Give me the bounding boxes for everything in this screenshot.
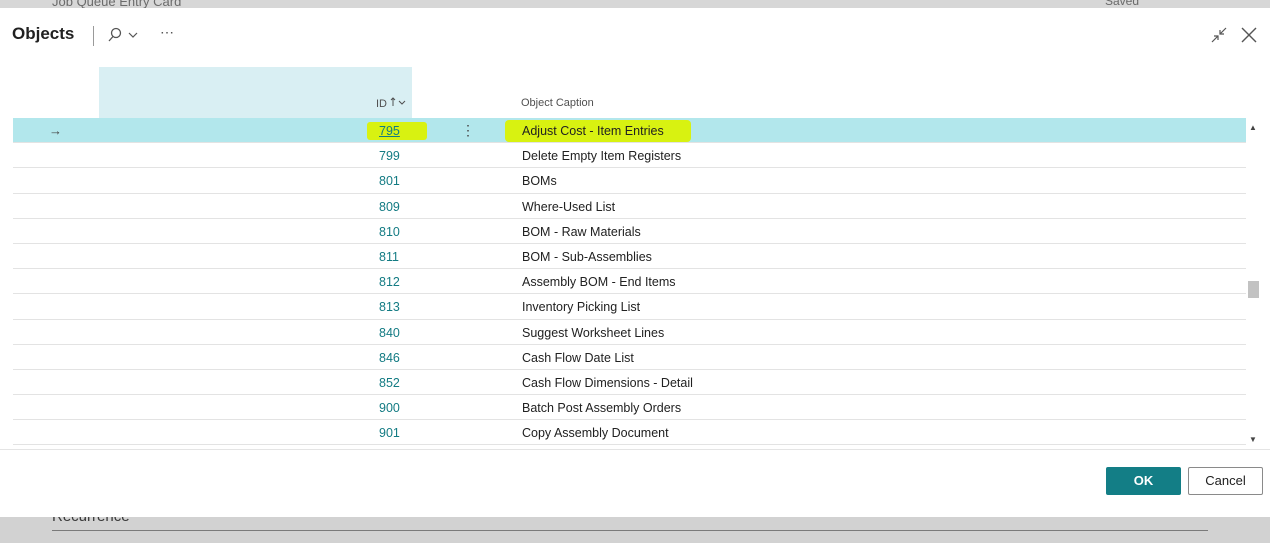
collapse-button[interactable] (1210, 26, 1228, 44)
object-caption: BOM - Raw Materials (522, 224, 641, 239)
object-caption: Copy Assembly Document (522, 426, 669, 441)
cancel-button[interactable]: Cancel (1188, 467, 1263, 495)
object-caption: Assembly BOM - End Items (522, 275, 676, 290)
close-icon (1241, 27, 1257, 43)
scrollbar-thumb[interactable] (1248, 281, 1259, 298)
table-row[interactable]: 813 Inventory Picking List (13, 294, 1246, 320)
object-caption: Suggest Worksheet Lines (522, 325, 665, 340)
saved-status: Saved (1105, 0, 1140, 8)
dialog-title: Objects (12, 24, 75, 43)
column-header-id-label: ID (376, 98, 387, 110)
table-row[interactable]: 852 Cash Flow Dimensions - Detail (13, 370, 1246, 396)
object-caption: Inventory Picking List (522, 300, 641, 315)
table-row[interactable]: 901 Copy Assembly Document (13, 420, 1246, 446)
background-page-title: Job Queue Entry Card (52, 0, 182, 8)
table-row[interactable]: 840 Suggest Worksheet Lines (13, 320, 1246, 345)
table-row[interactable]: → ⋮ 795 Adjust Cost - Item Entries (13, 118, 1246, 144)
table-row[interactable]: 799 Delete Empty Item Registers (13, 143, 1246, 169)
object-id-link[interactable]: 846 (379, 351, 400, 365)
object-caption: Adjust Cost - Item Entries (522, 124, 664, 138)
table-row[interactable]: 809 Where-Used List (13, 194, 1246, 219)
object-id-link[interactable]: 840 (379, 326, 400, 340)
column-header-caption[interactable]: Object Caption (521, 97, 594, 109)
objects-table: → ⋮ 795 Adjust Cost - Item Entries 799 Delete… (13, 118, 1246, 446)
vertical-scrollbar[interactable]: ▲ ▼ (1247, 121, 1259, 451)
table-row[interactable]: 810 BOM - Raw Materials (13, 219, 1246, 244)
object-caption: Delete Empty Item Registers (522, 149, 682, 164)
object-id-link[interactable]: 795 (379, 124, 400, 138)
object-id-link[interactable]: 799 (379, 149, 400, 163)
table-row[interactable]: 812 Assembly BOM - End Items (13, 269, 1246, 295)
object-id-link[interactable]: 810 (379, 225, 400, 239)
current-row-arrow-icon: → (49, 123, 62, 138)
object-caption: BOM - Sub-Assemblies (522, 249, 652, 264)
table-row[interactable]: 801 BOMs (13, 168, 1246, 194)
object-caption: BOMs (522, 174, 557, 189)
object-caption: Batch Post Assembly Orders (522, 401, 682, 416)
object-id-link[interactable]: 901 (379, 426, 400, 440)
object-caption: Cash Flow Date List (522, 350, 634, 365)
object-caption: Where-Used List (522, 199, 616, 214)
object-id-link[interactable]: 813 (379, 300, 400, 314)
row-actions-icon[interactable]: ⋮ (461, 122, 475, 139)
column-header-id[interactable]: ID (376, 97, 408, 110)
table-row[interactable]: 900 Batch Post Assembly Orders (13, 395, 1246, 421)
sort-ascending-icon (390, 97, 406, 106)
scroll-down-icon[interactable]: ▼ (1249, 435, 1257, 444)
title-separator (93, 26, 94, 46)
footer-divider (0, 449, 1270, 450)
object-id-link[interactable]: 900 (379, 401, 400, 415)
objects-lookup-dialog: Objects ⋯ ID Object Caption → ⋮ 795 Adju… (0, 8, 1270, 517)
ok-button[interactable]: OK (1106, 467, 1181, 495)
object-id-link[interactable]: 812 (379, 275, 400, 289)
close-button[interactable] (1240, 26, 1258, 44)
object-id-link[interactable]: 809 (379, 200, 400, 214)
object-id-link[interactable]: 801 (379, 174, 400, 188)
search-button[interactable] (106, 26, 142, 44)
object-id-link[interactable]: 811 (379, 250, 399, 264)
object-id-link[interactable]: 852 (379, 376, 400, 390)
collapse-icon (1211, 27, 1227, 43)
background-section: Recurrence (0, 508, 1270, 543)
table-row[interactable]: 846 Cash Flow Date List (13, 345, 1246, 370)
search-icon (108, 27, 138, 42)
more-options-button[interactable]: ⋯ (160, 24, 175, 41)
table-row[interactable]: 811 BOM - Sub-Assemblies (13, 244, 1246, 270)
background-header: Job Queue Entry Card Saved (0, 0, 1270, 8)
scroll-up-icon[interactable]: ▲ (1249, 123, 1257, 132)
section-divider (52, 530, 1208, 531)
object-caption: Cash Flow Dimensions - Detail (522, 375, 693, 390)
